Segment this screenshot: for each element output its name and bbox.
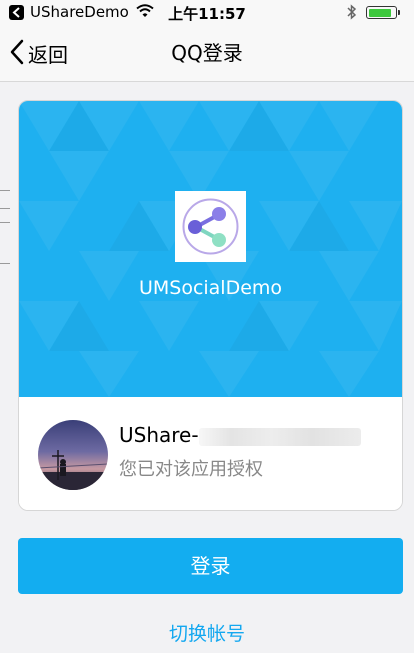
authorization-card: UMSocialDemo UShare- 您已对该应用授权	[18, 100, 403, 511]
qq-login-screen: UShareDemo 上午11:57 返回 QQ登录 UMSocialDemo …	[0, 0, 414, 653]
underlying-page-edge	[0, 208, 10, 209]
app-name: UMSocialDemo	[138, 277, 283, 299]
underlying-page-edge	[0, 222, 10, 223]
status-bar: UShareDemo 上午11:57	[0, 0, 414, 26]
user-info: UShare- 您已对该应用授权	[19, 397, 402, 510]
battery-icon	[366, 6, 397, 19]
app-logo-icon	[175, 191, 246, 262]
login-button[interactable]: 登录	[18, 538, 403, 594]
app-banner: UMSocialDemo	[19, 101, 402, 397]
bluetooth-icon	[347, 4, 357, 24]
underlying-page-edge	[0, 190, 10, 191]
authorization-status: 您已对该应用授权	[119, 459, 263, 480]
battery-level	[368, 8, 391, 17]
user-name: UShare-	[119, 423, 199, 447]
page-title: QQ登录	[171, 41, 243, 65]
redacted-name-blur	[199, 428, 361, 446]
avatar	[38, 420, 108, 490]
battery-nub	[398, 10, 400, 15]
switch-account-link[interactable]: 切换帐号	[0, 619, 414, 646]
underlying-page-edge	[0, 263, 10, 264]
navigation-bar: 返回 QQ登录	[0, 26, 414, 82]
